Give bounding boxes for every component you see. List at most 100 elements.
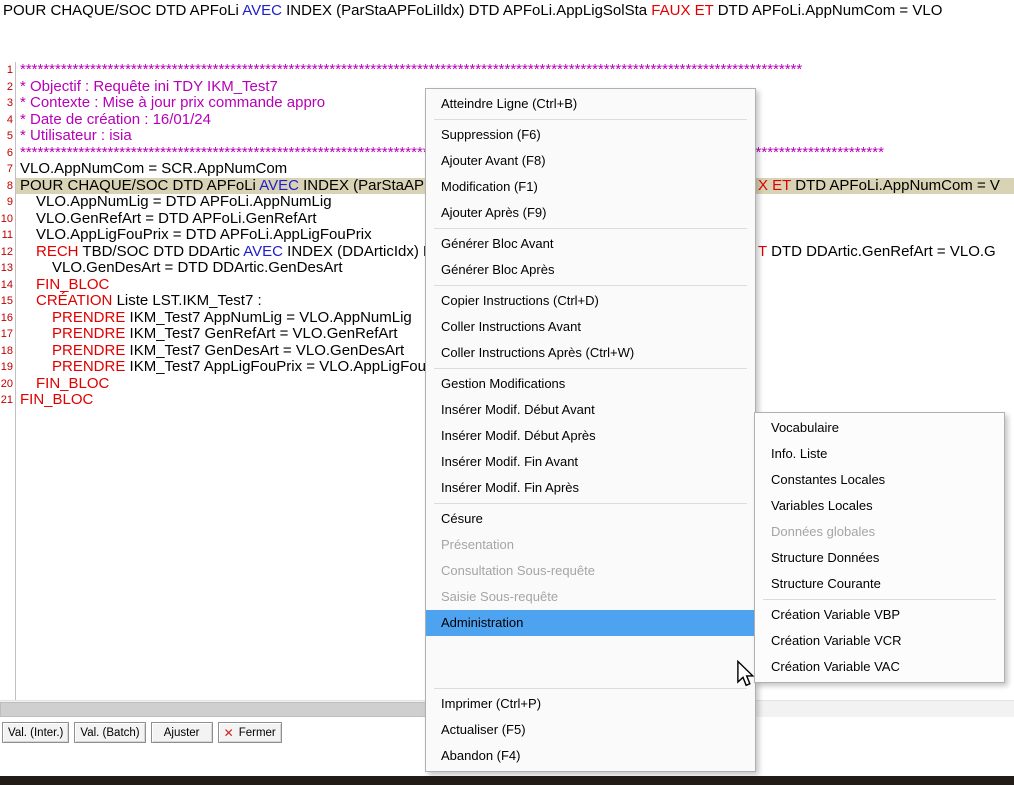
code-token: VLO.AppLigFouPrix = DTD APFoLi.AppLigFou… <box>36 226 372 243</box>
submenu-item-creation-variable-vbp[interactable]: Création Variable VBP <box>755 602 1004 628</box>
code-token: CRÉATION <box>36 292 112 309</box>
context-menu-item-cesure[interactable]: Césure <box>426 506 755 532</box>
context-menu-separator <box>434 119 747 120</box>
line-number: 13 <box>0 260 15 277</box>
context-menu-item-generer-bloc-apres[interactable]: Générer Bloc Après <box>426 257 755 283</box>
submenu-item-creation-variable-vcr[interactable]: Création Variable VCR <box>755 628 1004 654</box>
submenu-item-info-liste[interactable]: Info. Liste <box>755 441 1004 467</box>
submenu-item-structure-donnees[interactable]: Structure Données <box>755 545 1004 571</box>
context-menu: Atteindre Ligne (Ctrl+B) Suppression (F6)… <box>425 88 756 772</box>
context-menu-gap <box>426 636 755 686</box>
current-instruction-line: POUR CHAQUE/SOC DTD APFoLi AVEC INDEX (P… <box>3 2 1014 20</box>
line-number: 5 <box>0 128 15 145</box>
ajuster-button[interactable]: Ajuster <box>151 722 213 743</box>
line-number: 19 <box>0 359 15 376</box>
code-token: * Contexte : Mise à jour prix commande a… <box>20 94 325 111</box>
context-menu-item-ajouter-avant-f8[interactable]: Ajouter Avant (F8) <box>426 148 755 174</box>
button-label: Ajuster <box>164 727 200 739</box>
context-menu-item-gestion-modifications[interactable]: Gestion Modifications <box>426 371 755 397</box>
code-token: FIN_BLOC <box>36 276 109 293</box>
line-number: 21 <box>0 392 15 409</box>
footer-button-row: Val. (Inter.) Val. (Batch) Ajuster ✕Fermer <box>2 722 282 743</box>
code-token: AVEC <box>243 244 283 260</box>
code-line[interactable]: ****************************************… <box>16 62 1014 79</box>
context-menu-item-imprimer-ctrl-p[interactable]: Imprimer (Ctrl+P) <box>426 691 755 717</box>
code-token: FIN_BLOC <box>36 375 109 392</box>
line-number: 17 <box>0 326 15 343</box>
line-number: 4 <box>0 112 15 129</box>
submenu-separator <box>763 599 996 600</box>
context-menu-separator <box>434 228 747 229</box>
code-token: T <box>758 243 767 260</box>
context-menu-item-inserer-modif-debut-apres[interactable]: Insérer Modif. Début Après <box>426 423 755 449</box>
line-number: 20 <box>0 376 15 393</box>
line-number: 15 <box>0 293 15 310</box>
context-menu-item-coller-instructions-apres-ctrl-w[interactable]: Coller Instructions Après (Ctrl+W) <box>426 340 755 366</box>
context-menu-item-ajouter-apres-f9[interactable]: Ajouter Après (F9) <box>426 200 755 226</box>
line-number: 14 <box>0 277 15 294</box>
code-token: Liste LST.IKM_Test7 : <box>112 292 261 309</box>
submenu-item-constantes-locales[interactable]: Constantes Locales <box>755 467 1004 493</box>
submenu-item-variables-locales[interactable]: Variables Locales <box>755 493 1004 519</box>
code-token: VLO.GenDesArt = DTD DDArtic.GenDesArt <box>52 259 343 276</box>
submenu-item-vocabulaire[interactable]: Vocabulaire <box>755 415 1004 441</box>
val-inter-button[interactable]: Val. (Inter.) <box>2 722 69 743</box>
code-right-fragment: T DTD DDArtic.GenRefArt = VLO.G <box>758 244 996 261</box>
context-menu-item-copier-instructions-ctrl-d[interactable]: Copier Instructions (Ctrl+D) <box>426 288 755 314</box>
code-token: POUR CHAQUE/SOC DTD APFoLi <box>20 178 259 194</box>
line-number: 2 <box>0 79 15 96</box>
header-token: FAUX ET <box>651 2 713 19</box>
context-menu-separator <box>434 368 747 369</box>
code-token: IKM_Test7 GenRefArt = VLO.GenRefArt <box>125 325 397 342</box>
context-menu-item-administration[interactable]: Administration <box>426 610 755 636</box>
val-batch-button[interactable]: Val. (Batch) <box>74 722 145 743</box>
button-label: Fermer <box>239 727 276 739</box>
code-token: PRENDRE <box>52 358 125 375</box>
submenu-item-creation-variable-vac[interactable]: Création Variable VAC <box>755 654 1004 680</box>
line-number: 10 <box>0 211 15 228</box>
context-menu-separator <box>434 688 747 689</box>
line-number: 9 <box>0 194 15 211</box>
context-menu-item-inserer-modif-fin-apres[interactable]: Insérer Modif. Fin Après <box>426 475 755 501</box>
line-number: 1 <box>0 62 15 79</box>
context-menu-item-atteindre-ligne-ctrl-b[interactable]: Atteindre Ligne (Ctrl+B) <box>426 91 755 117</box>
line-number-gutter: 123456789101112131415161718192021 <box>0 62 16 700</box>
context-menu-item-abandon-f4[interactable]: Abandon (F4) <box>426 743 755 769</box>
header-token: DTD APFoLi.AppNumCom = VLO <box>714 2 943 19</box>
context-menu-item-inserer-modif-debut-avant[interactable]: Insérer Modif. Début Avant <box>426 397 755 423</box>
code-token: RECH <box>36 244 79 260</box>
header-token: INDEX (ParStaAPFoLiIldx) DTD APFoLi.AppL… <box>282 2 651 19</box>
line-number: 11 <box>0 227 15 244</box>
button-label: Val. (Inter.) <box>8 727 63 739</box>
context-menu-separator <box>434 503 747 504</box>
mouse-cursor-icon <box>736 660 754 692</box>
code-token: TBD/SOC DTD DDArtic <box>79 244 244 260</box>
code-token: VLO.AppNumLig = DTD APFoLi.AppNumLig <box>36 193 332 210</box>
line-number: 16 <box>0 310 15 327</box>
line-number: 3 <box>0 95 15 112</box>
code-token: * Utilisateur : isia <box>20 127 132 144</box>
code-token: AVEC <box>259 178 299 194</box>
context-menu-item-coller-instructions-avant[interactable]: Coller Instructions Avant <box>426 314 755 340</box>
context-menu-separator <box>434 285 747 286</box>
line-number: 6 <box>0 145 15 162</box>
submenu-item-structure-courante[interactable]: Structure Courante <box>755 571 1004 597</box>
context-menu-item-inserer-modif-fin-avant[interactable]: Insérer Modif. Fin Avant <box>426 449 755 475</box>
fermer-button[interactable]: ✕Fermer <box>218 722 282 743</box>
code-token: IKM_Test7 AppLigFouPrix = VLO.AppLigFouP… <box>125 358 451 375</box>
bottom-taskbar-edge <box>0 776 1014 785</box>
header-token: POUR CHAQUE/SOC DTD APFoLi <box>3 2 242 19</box>
context-menu-item-saisie-sous-requete: Saisie Sous-requête <box>426 584 755 610</box>
code-token: IKM_Test7 AppNumLig = VLO.AppNumLig <box>125 309 411 326</box>
line-number: 12 <box>0 244 15 261</box>
code-token: PRENDRE <box>52 309 125 326</box>
code-token: PRENDRE <box>52 342 125 359</box>
context-menu-item-suppression-f6[interactable]: Suppression (F6) <box>426 122 755 148</box>
header-token: AVEC <box>242 2 282 19</box>
line-number: 8 <box>0 178 15 195</box>
context-menu-item-modification-f1[interactable]: Modification (F1) <box>426 174 755 200</box>
context-menu-item-generer-bloc-avant[interactable]: Générer Bloc Avant <box>426 231 755 257</box>
context-menu-item-actualiser-f5[interactable]: Actualiser (F5) <box>426 717 755 743</box>
code-token: * Objectif : Requête ini TDY IKM_Test7 <box>20 78 278 95</box>
button-label: Val. (Batch) <box>80 727 139 739</box>
